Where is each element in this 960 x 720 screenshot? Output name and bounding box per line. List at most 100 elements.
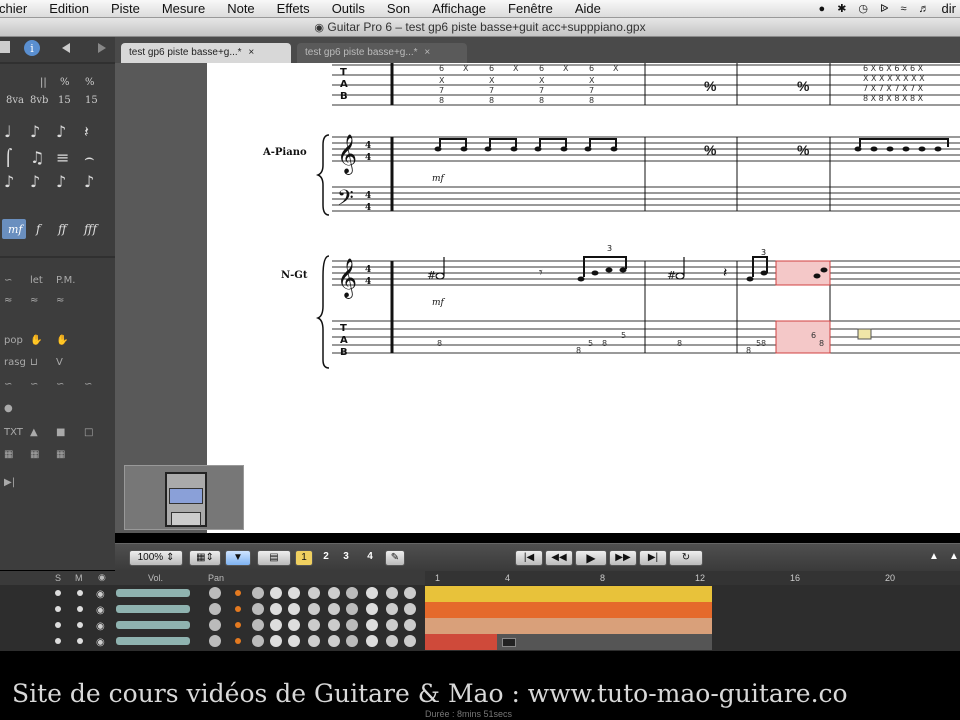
- track-lane-4-empty[interactable]: [497, 634, 712, 650]
- track-cursor-block[interactable]: [502, 638, 516, 647]
- zoom-select[interactable]: 100% ⇕: [129, 550, 183, 566]
- fx-led[interactable]: [235, 606, 241, 612]
- tab-document-1[interactable]: test gp6 piste basse+g...* ×: [121, 43, 291, 63]
- menu-aide[interactable]: Aide: [575, 1, 601, 16]
- menu-son[interactable]: Son: [387, 1, 410, 16]
- pick-up-icon[interactable]: V: [56, 357, 63, 368]
- mute-button[interactable]: [77, 638, 83, 644]
- volume-slider[interactable]: [116, 621, 190, 629]
- record-icon[interactable]: ●: [819, 3, 826, 15]
- quarter-note-icon[interactable]: ♩: [4, 122, 12, 141]
- fx-led[interactable]: [235, 638, 241, 644]
- solo-button[interactable]: [55, 590, 61, 596]
- track-lane-2[interactable]: [425, 602, 712, 618]
- mute-button[interactable]: [77, 622, 83, 628]
- sixteenth-note-icon[interactable]: ♪: [56, 122, 66, 141]
- track-lane-4[interactable]: [425, 634, 497, 650]
- pan-knob[interactable]: [209, 603, 221, 615]
- solo-button[interactable]: [55, 638, 61, 644]
- solo-button[interactable]: [55, 606, 61, 612]
- volume-slider[interactable]: [116, 589, 190, 597]
- first-bar-button[interactable]: |◀: [515, 550, 543, 566]
- eighth-note-icon[interactable]: ♪: [30, 122, 40, 141]
- eye-icon[interactable]: ◉: [96, 621, 105, 632]
- voice-4-button[interactable]: 4: [361, 550, 379, 566]
- dropbox-icon[interactable]: ✱: [837, 2, 846, 15]
- tremolo-icon[interactable]: ≡: [56, 148, 69, 167]
- navigator-viewport[interactable]: [165, 472, 207, 527]
- repeat-bar-icon[interactable]: ||: [40, 77, 47, 88]
- lock-icon[interactable]: ■: [56, 427, 65, 438]
- eye-icon[interactable]: ◉: [96, 637, 105, 648]
- grace-note-icon[interactable]: ♪: [4, 172, 14, 191]
- info-icon[interactable]: i: [24, 40, 40, 56]
- repeat-icon[interactable]: ▶|: [4, 477, 15, 488]
- menu-fenetre[interactable]: Fenêtre: [508, 1, 553, 16]
- bluetooth-icon[interactable]: ᐉ: [880, 2, 888, 15]
- wah-icon[interactable]: ●: [4, 403, 13, 414]
- text-icon[interactable]: TXT: [3, 427, 24, 438]
- track-lane-1[interactable]: [425, 586, 712, 602]
- tempo-icon[interactable]: ▦: [30, 449, 39, 460]
- dynamic-mf-icon[interactable]: mf: [2, 219, 26, 239]
- mute-button[interactable]: [77, 590, 83, 596]
- tap-hand-icon[interactable]: ✋: [56, 333, 68, 346]
- menu-edition[interactable]: Edition: [49, 1, 89, 16]
- trill-icon[interactable]: ≈: [56, 295, 64, 306]
- time-machine-icon[interactable]: ◷: [858, 2, 868, 15]
- bend-icon[interactable]: ∽: [4, 379, 12, 390]
- menu-piste[interactable]: Piste: [111, 1, 140, 16]
- slur-icon[interactable]: ∽: [4, 275, 12, 286]
- pop-icon[interactable]: pop: [4, 335, 23, 346]
- tie-icon[interactable]: ⌠: [4, 148, 12, 167]
- accent-icon[interactable]: ♪: [30, 172, 40, 191]
- menu-mesure[interactable]: Mesure: [162, 1, 205, 16]
- last-bar-button[interactable]: ▶|: [639, 550, 667, 566]
- menu-fichier[interactable]: chier: [0, 1, 27, 16]
- simile-icon[interactable]: %: [60, 77, 70, 88]
- rewind-button[interactable]: ◀◀: [545, 550, 573, 566]
- slap-hand-icon[interactable]: ✋: [30, 333, 42, 346]
- hammer-icon[interactable]: ∽: [84, 379, 92, 390]
- ottava-bassa-icon[interactable]: 8vb: [30, 95, 48, 106]
- section-icon[interactable]: ▦: [4, 449, 13, 460]
- eye-icon[interactable]: ◉: [96, 589, 105, 600]
- quindicesima-bassa-icon[interactable]: 15: [85, 95, 98, 106]
- slide-icon[interactable]: ∽: [56, 379, 64, 390]
- rest-icon[interactable]: 𝄽: [84, 122, 89, 141]
- metronome-icon[interactable]: ▲: [925, 550, 943, 566]
- loop-button[interactable]: ↻: [669, 550, 703, 566]
- fx-led[interactable]: [235, 590, 241, 596]
- solo-button[interactable]: [55, 622, 61, 628]
- double-simile-icon[interactable]: %: [85, 77, 95, 88]
- vibrato-icon[interactable]: ≈: [4, 295, 12, 306]
- pan-knob[interactable]: [209, 635, 221, 647]
- chord-icon[interactable]: ▲: [30, 427, 38, 438]
- score-view-toggle[interactable]: ▼: [225, 550, 251, 566]
- print-icon[interactable]: [0, 41, 10, 53]
- palm-mute-icon[interactable]: P.M.: [56, 275, 75, 286]
- pick-down-icon[interactable]: ⊔: [30, 357, 38, 368]
- quindicesima-icon[interactable]: 15: [58, 95, 71, 106]
- menu-effets[interactable]: Effets: [277, 1, 310, 16]
- whammy-icon[interactable]: ∽: [30, 379, 38, 390]
- let-ring-icon[interactable]: let: [30, 275, 43, 286]
- tenuto-icon[interactable]: ♪: [84, 172, 94, 191]
- fx-led[interactable]: [235, 622, 241, 628]
- tuplet-icon[interactable]: ▦: [56, 449, 65, 460]
- tab-document-2[interactable]: test gp6 piste basse+g...* ×: [297, 43, 467, 63]
- selected-beat-tab[interactable]: [775, 320, 831, 354]
- volume-slider[interactable]: [116, 637, 190, 645]
- mute-button[interactable]: [77, 606, 83, 612]
- menu-affichage[interactable]: Affichage: [432, 1, 486, 16]
- staccato-icon[interactable]: ♪: [56, 172, 66, 191]
- page-layout-select[interactable]: ▦⇕: [189, 550, 221, 566]
- user-name[interactable]: dir: [942, 1, 956, 16]
- countdown-icon[interactable]: ▲: [947, 550, 960, 566]
- beam-icon[interactable]: ♫: [30, 148, 44, 167]
- voice-2-button[interactable]: 2: [317, 550, 335, 566]
- play-button[interactable]: ▶: [575, 550, 607, 566]
- menu-outils[interactable]: Outils: [332, 1, 365, 16]
- edit-cursor[interactable]: [857, 328, 872, 340]
- volume-slider[interactable]: [116, 605, 190, 613]
